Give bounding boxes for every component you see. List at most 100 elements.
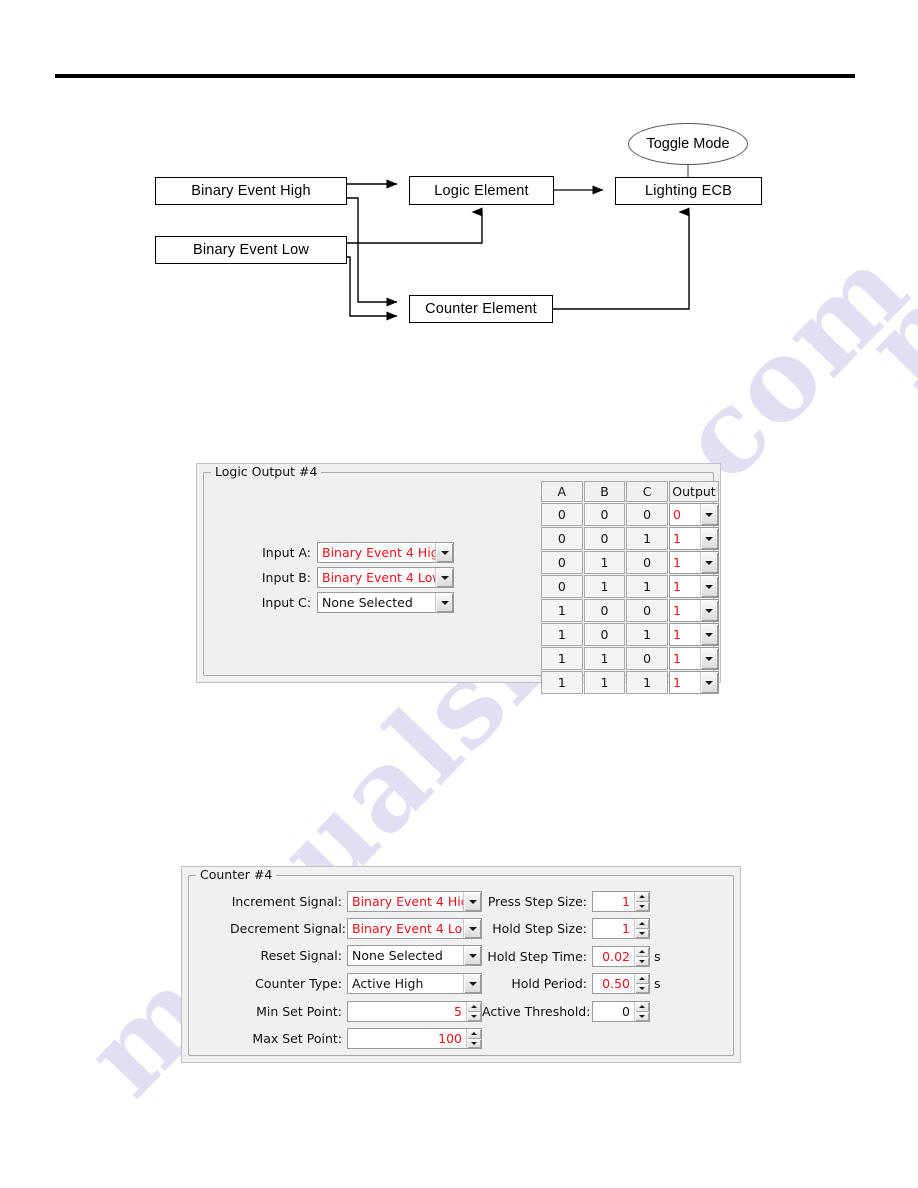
stepper-up-icon[interactable] — [467, 1029, 481, 1039]
input-c-row: Input C: None Selected — [249, 592, 499, 613]
stepper-up-icon[interactable] — [635, 974, 649, 984]
stepper-down-icon[interactable] — [635, 928, 649, 938]
active-threshold-stepper[interactable]: 0 — [592, 1001, 650, 1022]
increment-signal-label: Increment Signal: — [231, 894, 342, 909]
output-select[interactable]: 1 — [668, 551, 719, 574]
output-value: 1 — [672, 603, 681, 618]
input-c-label: Input C: — [261, 595, 311, 610]
output-value: 1 — [672, 579, 681, 594]
hold-step-time-stepper[interactable]: 0.02 — [592, 946, 650, 967]
stepper-buttons[interactable] — [634, 1002, 649, 1021]
input-a-label: Input A: — [262, 545, 311, 560]
counter-type-select[interactable]: Active High — [347, 973, 482, 994]
press-step-size-value: 1 — [622, 894, 630, 909]
chevron-down-icon[interactable] — [699, 648, 718, 669]
truth-table-row: 0111 — [541, 575, 719, 598]
output-select[interactable]: 1 — [668, 623, 719, 646]
hold-period-stepper[interactable]: 0.50 — [592, 973, 650, 994]
chevron-down-icon[interactable] — [699, 528, 718, 549]
stepper-down-icon[interactable] — [635, 1011, 649, 1021]
input-a-select[interactable]: Binary Event 4 High — [317, 542, 454, 563]
counter-panel-title: Counter #4 — [196, 867, 277, 882]
block-diagram: Binary Event High Binary Event Low Logic… — [0, 100, 918, 350]
chevron-down-icon[interactable] — [435, 593, 453, 612]
truth-table-cell-c: 0 — [626, 599, 668, 622]
stepper-up-icon[interactable] — [635, 919, 649, 929]
input-c-value: None Selected — [322, 595, 413, 610]
stepper-down-icon[interactable] — [635, 983, 649, 993]
truth-table-cell-b: 1 — [583, 671, 626, 694]
increment-signal-select[interactable]: Binary Event 4 High — [347, 891, 482, 912]
stepper-buttons[interactable] — [634, 919, 649, 938]
min-set-point-stepper[interactable]: 5 — [347, 1001, 482, 1022]
stepper-down-icon[interactable] — [467, 1011, 481, 1021]
chevron-down-icon[interactable] — [463, 946, 481, 965]
min-set-point-row: Min Set Point: 5 — [230, 1001, 482, 1022]
diagram-node-binary-event-low: Binary Event Low — [155, 236, 347, 264]
logic-panel-title: Logic Output #4 — [211, 464, 322, 479]
reset-signal-select[interactable]: None Selected — [347, 945, 482, 966]
stepper-down-icon[interactable] — [467, 1038, 481, 1048]
truth-table-cell-c: 0 — [626, 503, 668, 526]
truth-table-cell-a: 1 — [541, 599, 583, 622]
hold-step-size-stepper[interactable]: 1 — [592, 918, 650, 939]
diagram-node-label: Binary Event High — [191, 183, 311, 199]
chevron-down-icon[interactable] — [435, 543, 453, 562]
chevron-down-icon[interactable] — [699, 504, 718, 525]
stepper-up-icon[interactable] — [635, 1002, 649, 1012]
decrement-signal-select[interactable]: Binary Event 4 Low — [347, 918, 482, 939]
hold-period-unit: s — [654, 976, 661, 991]
output-select[interactable]: 0 — [668, 503, 719, 526]
diagram-node-binary-event-high: Binary Event High — [155, 177, 347, 205]
truth-table-cell-b: 1 — [583, 551, 626, 574]
input-b-select[interactable]: Binary Event 4 Low — [317, 567, 454, 588]
chevron-down-icon[interactable] — [435, 568, 453, 587]
chevron-down-icon[interactable] — [699, 576, 718, 597]
chevron-down-icon[interactable] — [699, 624, 718, 645]
press-step-size-label: Press Step Size: — [487, 894, 587, 909]
press-step-size-stepper[interactable]: 1 — [592, 891, 650, 912]
output-select[interactable]: 1 — [668, 575, 719, 598]
max-set-point-stepper[interactable]: 100 — [347, 1028, 482, 1049]
output-value: 1 — [672, 531, 681, 546]
truth-table-cell-c: 0 — [626, 647, 668, 670]
logic-truth-table: A B C Output 000000110101011110011011110… — [540, 480, 720, 695]
input-b-value: Binary Event 4 Low — [322, 570, 435, 585]
output-select[interactable]: 1 — [668, 599, 719, 622]
chevron-down-icon[interactable] — [699, 552, 718, 573]
input-a-value: Binary Event 4 High — [322, 545, 435, 560]
input-c-select[interactable]: None Selected — [317, 592, 454, 613]
active-threshold-label: Active Threshold: — [482, 1004, 591, 1019]
chevron-down-icon[interactable] — [699, 672, 718, 693]
stepper-buttons[interactable] — [634, 947, 649, 966]
hold-step-size-value: 1 — [622, 921, 630, 936]
truth-table-cell-a: 0 — [541, 551, 583, 574]
stepper-up-icon[interactable] — [635, 892, 649, 902]
stepper-buttons[interactable] — [634, 974, 649, 993]
output-select[interactable]: 1 — [668, 647, 719, 670]
counter-type-value: Active High — [352, 976, 424, 991]
diagram-node-lighting-ecb: Lighting ECB — [615, 177, 762, 205]
increment-signal-value: Binary Event 4 High — [352, 894, 463, 909]
stepper-buttons[interactable] — [466, 1029, 481, 1048]
truth-table-cell-b: 1 — [583, 575, 626, 598]
output-select[interactable]: 1 — [668, 527, 719, 550]
chevron-down-icon[interactable] — [463, 892, 481, 911]
stepper-buttons[interactable] — [466, 1002, 481, 1021]
chevron-down-icon[interactable] — [463, 919, 481, 938]
hold-period-row: Hold Period: 0.50 s — [482, 973, 661, 994]
press-step-size-row: Press Step Size: 1 — [482, 891, 654, 912]
chevron-down-icon[interactable] — [699, 600, 718, 621]
chevron-down-icon[interactable] — [463, 974, 481, 993]
diagram-node-label: Binary Event Low — [192, 242, 310, 258]
logic-output-panel: Logic Output #4 Input A: Binary Event 4 … — [196, 463, 721, 694]
output-select[interactable]: 1 — [668, 671, 719, 694]
stepper-up-icon[interactable] — [467, 1002, 481, 1012]
truth-table-cell-c: 1 — [626, 623, 668, 646]
stepper-down-icon[interactable] — [635, 956, 649, 966]
stepper-buttons[interactable] — [634, 892, 649, 911]
stepper-down-icon[interactable] — [635, 901, 649, 911]
min-set-point-label: Min Set Point: — [256, 1004, 342, 1019]
max-set-point-row: Max Set Point: 100 — [230, 1028, 482, 1049]
stepper-up-icon[interactable] — [635, 947, 649, 957]
